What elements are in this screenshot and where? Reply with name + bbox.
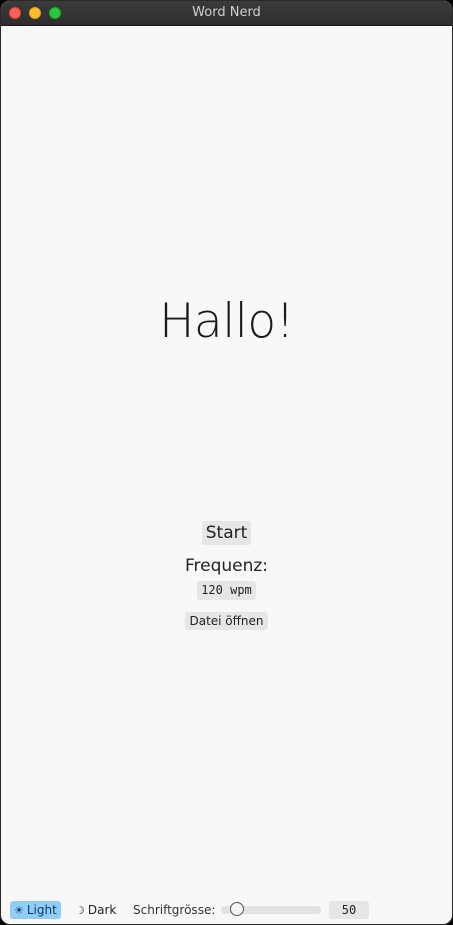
moon-icon: ☽ bbox=[75, 904, 85, 917]
start-button[interactable]: Start bbox=[201, 521, 252, 545]
app-window: Word Nerd Hallo! Start Frequenz: 120 wpm… bbox=[0, 0, 453, 925]
current-word-display: Hallo! bbox=[159, 294, 294, 349]
font-size-label: Schriftgrösse: bbox=[133, 903, 216, 917]
light-theme-label: Light bbox=[26, 903, 57, 917]
font-size-slider-handle[interactable] bbox=[229, 902, 244, 916]
footer-bar: ☀ Light ☽ Dark Schriftgrösse: 50 bbox=[1, 901, 452, 921]
dark-theme-label: Dark bbox=[87, 903, 117, 917]
start-container: Start bbox=[1, 521, 452, 545]
open-file-container: Datei öffnen bbox=[1, 610, 452, 630]
title-bar[interactable]: Word Nerd bbox=[1, 1, 452, 26]
sun-icon: ☀ bbox=[14, 904, 24, 917]
frequency-input[interactable]: 120 wpm bbox=[197, 581, 256, 600]
open-file-button[interactable]: Datei öffnen bbox=[185, 612, 268, 630]
window-title: Word Nerd bbox=[192, 5, 261, 20]
frequency-container: 120 wpm bbox=[1, 579, 452, 600]
font-size-slider[interactable] bbox=[221, 902, 321, 916]
dark-theme-button[interactable]: ☽ Dark bbox=[71, 901, 120, 919]
light-theme-button[interactable]: ☀ Light bbox=[10, 901, 61, 919]
main-content: Hallo! Start Frequenz: 120 wpm Datei öff… bbox=[1, 26, 452, 924]
frequency-label: Frequenz: bbox=[184, 556, 269, 576]
font-size-value-input[interactable]: 50 bbox=[329, 901, 369, 919]
